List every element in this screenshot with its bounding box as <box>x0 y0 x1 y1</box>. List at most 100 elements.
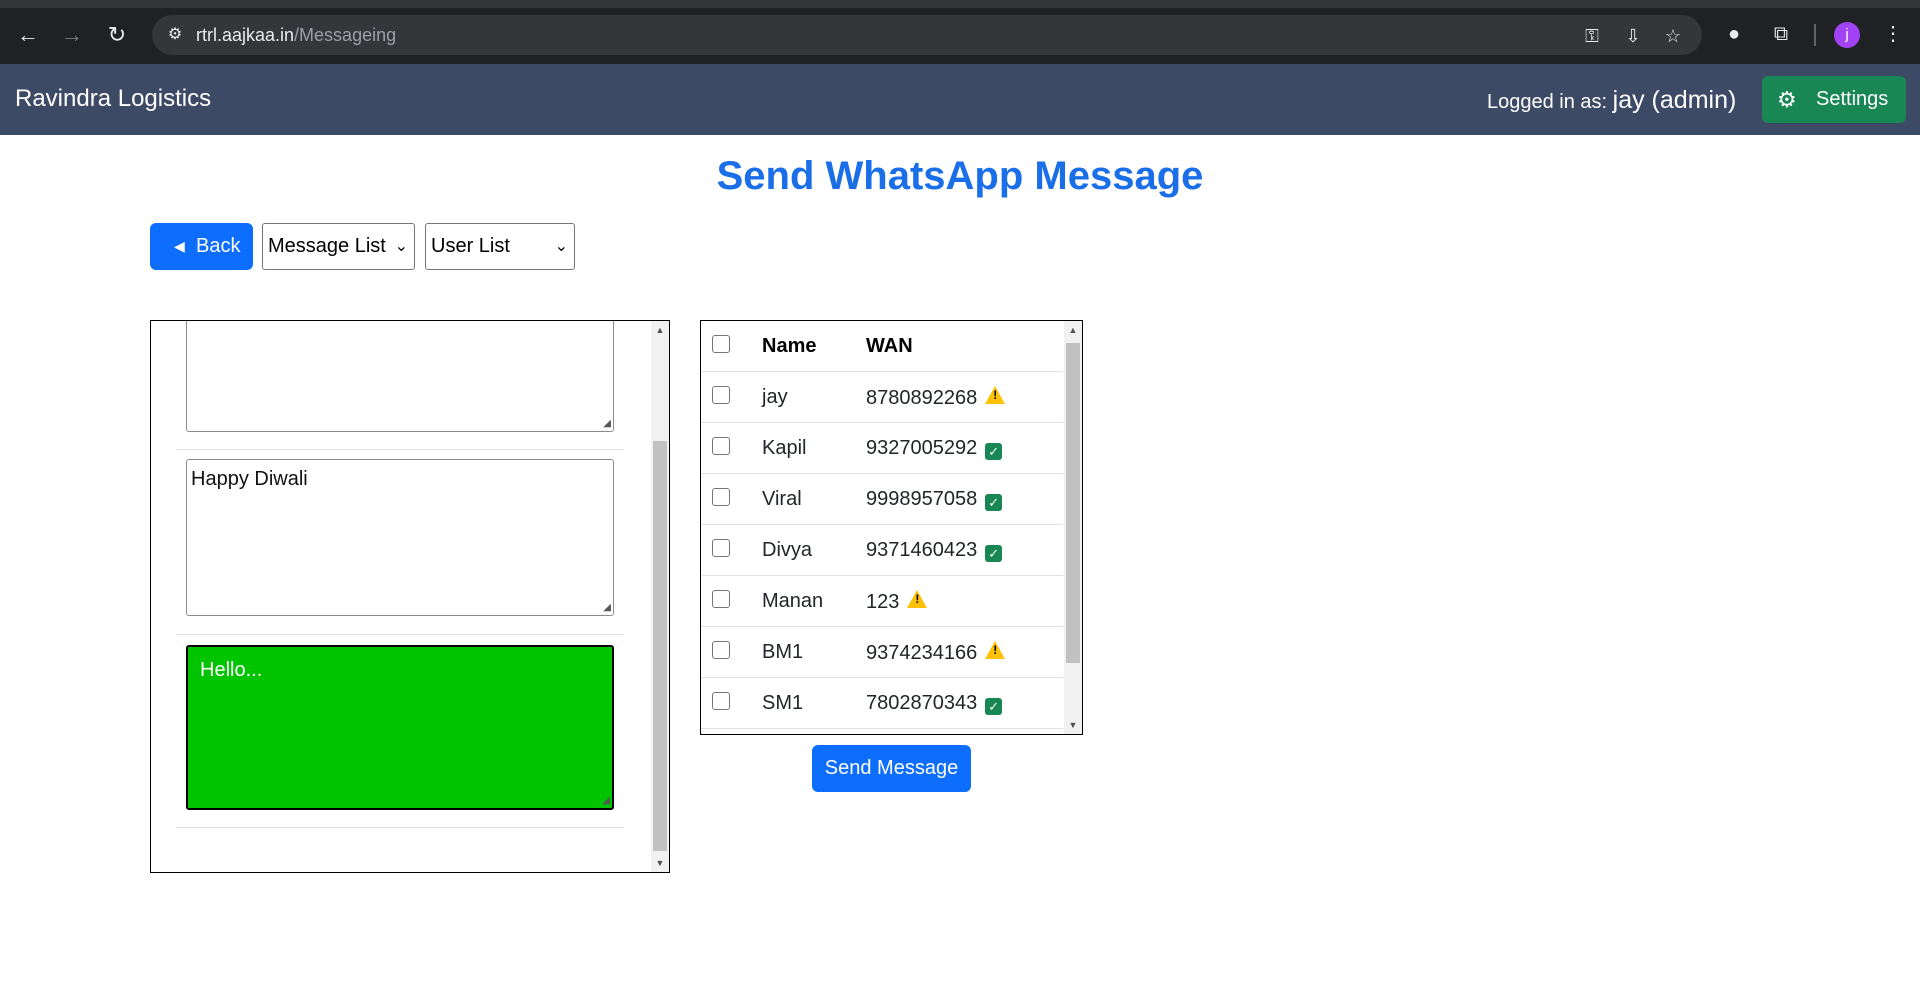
user-wan: 9998957058 ✓ <box>866 488 1003 511</box>
wan-number: 7802870343 <box>866 692 978 714</box>
user-name: Divya <box>762 539 813 561</box>
wan-number: 9327005292 <box>866 437 978 459</box>
tab-strip <box>0 0 1920 8</box>
message-list-value: Message List <box>268 235 386 257</box>
table-header: Name WAN <box>701 321 1063 372</box>
extension-avatar-icon[interactable]: ● <box>1720 20 1748 48</box>
user-table-scrollbar[interactable]: ▲ ▼ <box>1064 321 1082 734</box>
row-checkbox[interactable] <box>712 539 730 557</box>
forward-arrow-icon[interactable]: → <box>57 20 87 50</box>
table-row[interactable]: SM1 7802870343 ✓ <box>701 678 1063 729</box>
password-key-icon[interactable]: ⚿ <box>1580 24 1604 48</box>
check-icon: ✓ <box>985 494 1003 511</box>
scroll-up-arrow-icon[interactable]: ▲ <box>651 325 669 335</box>
message-list-panel[interactable]: ◢ Happy Diwali ◢ Hello... ◢ ▲ ▼ <box>150 320 670 873</box>
table-row[interactable]: Manan 123 <box>701 576 1063 627</box>
table-row[interactable]: jay 8780892268 <box>701 372 1063 423</box>
user-wan: 123 <box>866 590 928 614</box>
caret-left-icon: ◀ <box>174 238 185 254</box>
site-info-icon[interactable]: ⚙ <box>164 24 186 46</box>
table-row[interactable]: Viral 9998957058 ✓ <box>701 474 1063 525</box>
user-wan: 9374234166 <box>866 641 1006 665</box>
user-name: jay <box>762 386 788 408</box>
logged-prefix: Logged in as: <box>1487 91 1613 113</box>
user-name: Kapil <box>762 437 807 459</box>
wan-number: 9371460423 <box>866 539 978 561</box>
scroll-up-arrow-icon[interactable]: ▲ <box>1064 325 1082 335</box>
message-textarea[interactable]: Happy Diwali ◢ <box>186 459 614 616</box>
column-header-name: Name <box>762 335 817 357</box>
back-label: Back <box>196 235 241 257</box>
user-table-panel[interactable]: Name WAN jay 8780892268 Kapil 9327005292… <box>700 320 1083 735</box>
install-app-icon[interactable]: ⇩ <box>1621 24 1645 48</box>
scrollbar-thumb[interactable] <box>653 441 667 851</box>
warning-icon <box>985 641 1006 659</box>
scroll-down-arrow-icon[interactable]: ▼ <box>651 858 669 868</box>
resize-grip-icon[interactable]: ◢ <box>602 795 610 806</box>
reload-icon[interactable]: ↻ <box>102 20 132 50</box>
settings-label: Settings <box>1816 88 1889 110</box>
toolbar-divider <box>1814 24 1816 46</box>
warning-icon <box>907 590 928 608</box>
warning-icon <box>985 386 1006 404</box>
scroll-down-arrow-icon[interactable]: ▼ <box>1064 720 1082 730</box>
back-arrow-icon[interactable]: ← <box>13 20 43 50</box>
row-checkbox[interactable] <box>712 590 730 608</box>
row-checkbox[interactable] <box>712 488 730 506</box>
send-message-button[interactable]: Send Message <box>812 745 971 792</box>
message-list-select[interactable]: Message List ⌄ <box>262 223 415 270</box>
user-wan: 9327005292 ✓ <box>866 437 1003 460</box>
settings-button[interactable]: ⚙ Settings <box>1762 76 1906 123</box>
user-name: SM1 <box>762 692 804 714</box>
row-divider <box>176 634 624 635</box>
address-bar[interactable]: ⚙ rtrl.aajkaa.in/Messageing ⚿ ⇩ ☆ <box>152 15 1702 55</box>
chevron-down-icon: ⌄ <box>554 238 568 255</box>
url-host: rtrl.aajkaa.in <box>196 25 295 45</box>
user-name: BM1 <box>762 641 804 663</box>
user-wan: 9371460423 ✓ <box>866 539 1003 562</box>
user-name: Viral <box>762 488 802 510</box>
message-text: Hello... <box>200 659 263 681</box>
check-icon: ✓ <box>985 443 1003 460</box>
url-text[interactable]: rtrl.aajkaa.in/Messageing <box>196 25 396 46</box>
wan-number: 9374234166 <box>866 642 978 664</box>
url-path: /Messageing <box>294 25 397 45</box>
check-icon: ✓ <box>985 698 1003 715</box>
scrollbar-thumb[interactable] <box>1066 343 1080 663</box>
resize-grip-icon[interactable]: ◢ <box>603 602 611 613</box>
menu-kebab-icon[interactable]: ⋮ <box>1879 20 1907 48</box>
message-text: Happy Diwali <box>191 468 308 490</box>
table-row[interactable]: Divya 9371460423 ✓ <box>701 525 1063 576</box>
user-list-select[interactable]: User List ⌄ <box>425 223 575 270</box>
wan-number: 123 <box>866 591 900 613</box>
extensions-puzzle-icon[interactable]: ⧉ <box>1767 20 1795 48</box>
brand-title[interactable]: Ravindra Logistics <box>15 85 211 113</box>
message-textarea[interactable]: ◢ <box>186 321 614 432</box>
row-checkbox[interactable] <box>712 641 730 659</box>
back-button[interactable]: ◀ Back <box>150 223 253 270</box>
select-all-checkbox[interactable] <box>712 335 730 353</box>
bookmark-star-icon[interactable]: ☆ <box>1661 24 1685 48</box>
profile-avatar[interactable]: j <box>1834 22 1860 48</box>
app-navbar: Ravindra Logistics Logged in as: jay (ad… <box>0 64 1920 135</box>
row-checkbox[interactable] <box>712 692 730 710</box>
message-scrollbar[interactable]: ▲ ▼ <box>651 321 669 872</box>
user-list-value: User List <box>431 235 510 257</box>
user-wan: 8780892268 <box>866 386 1006 410</box>
user-name: Manan <box>762 590 824 612</box>
wan-number: 9998957058 <box>866 488 978 510</box>
gear-icon: ⚙ <box>1777 87 1797 112</box>
user-wan: 7802870343 ✓ <box>866 692 1003 715</box>
logged-user: jay (admin) <box>1612 86 1737 114</box>
logged-in-status: Logged in as: jay (admin) <box>1487 86 1736 115</box>
row-divider <box>176 449 624 450</box>
browser-toolbar: ← → ↻ ⚙ rtrl.aajkaa.in/Messageing ⚿ ⇩ ☆ … <box>0 0 1920 64</box>
chevron-down-icon: ⌄ <box>394 238 408 255</box>
table-row[interactable]: Kapil 9327005292 ✓ <box>701 423 1063 474</box>
row-checkbox[interactable] <box>712 437 730 455</box>
message-textarea-selected[interactable]: Hello... ◢ <box>186 645 614 810</box>
check-icon: ✓ <box>985 545 1003 562</box>
table-row[interactable]: BM1 9374234166 <box>701 627 1063 678</box>
row-checkbox[interactable] <box>712 386 730 404</box>
resize-grip-icon[interactable]: ◢ <box>603 418 611 429</box>
